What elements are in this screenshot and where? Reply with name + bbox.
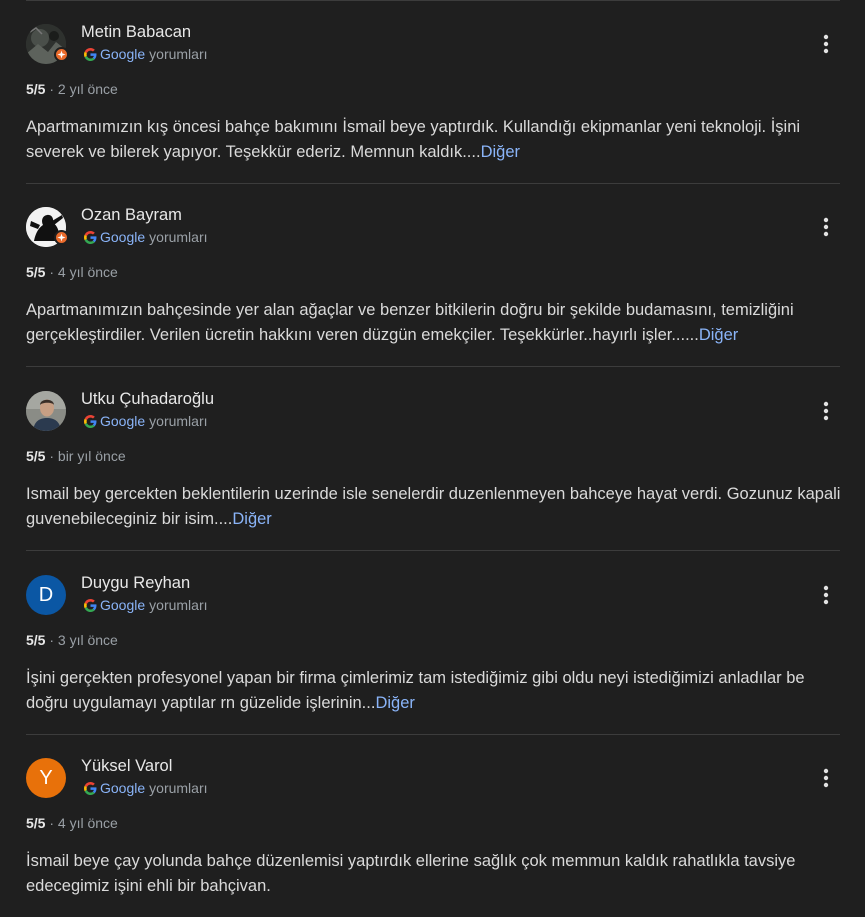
source-suffix: yorumları: [149, 46, 208, 62]
avatar[interactable]: [26, 391, 66, 431]
review-source: Google yorumları: [84, 413, 208, 429]
source-suffix: yorumları: [149, 229, 208, 245]
rating: 5/5: [26, 815, 46, 831]
author-name[interactable]: Ozan Bayram: [81, 206, 182, 225]
google-g-icon: [84, 598, 97, 612]
review-time: · 2 yıl önce: [45, 81, 118, 97]
more-link[interactable]: Diğer: [232, 510, 271, 528]
review-time: · 4 yıl önce: [45, 264, 118, 280]
portrait-photo-avatar-icon: [26, 391, 66, 431]
more-options-button[interactable]: [812, 397, 840, 425]
review-item: Utku Çuhadaroğlu Google yorumları 5/5 · …: [0, 367, 865, 551]
review-text: İşini gerçekten profesyonel yapan bir fi…: [26, 666, 842, 716]
avatar[interactable]: [26, 207, 69, 247]
more-link[interactable]: Diğer: [375, 694, 414, 712]
review-body: Apartmanımızın bahçesinde yer alan ağaçl…: [26, 301, 794, 344]
source-suffix: yorumları: [149, 780, 208, 796]
review-meta: 5/5 · 2 yıl önce: [26, 81, 118, 97]
google-label: Google: [100, 229, 146, 245]
google-g-icon: [84, 414, 97, 428]
review-source: Google yorumları: [84, 597, 208, 613]
review-meta: 5/5 · 3 yıl önce: [26, 632, 118, 648]
more-link[interactable]: Diğer: [481, 143, 520, 161]
rating: 5/5: [26, 632, 46, 648]
vertical-dots-icon: [823, 217, 829, 237]
review-time: · 3 yıl önce: [45, 632, 118, 648]
review-body: İşini gerçekten profesyonel yapan bir fi…: [26, 669, 805, 712]
author-name[interactable]: Duygu Reyhan: [81, 574, 190, 593]
review-meta: 5/5 · 4 yıl önce: [26, 264, 118, 280]
vertical-dots-icon: [823, 585, 829, 605]
rating: 5/5: [26, 448, 46, 464]
more-options-button[interactable]: [812, 30, 840, 58]
letter-avatar: Y: [26, 758, 66, 798]
review-source: Google yorumları: [84, 780, 208, 796]
review-meta: 5/5 · 4 yıl önce: [26, 815, 118, 831]
review-time: · 4 yıl önce: [45, 815, 118, 831]
avatar[interactable]: D: [26, 575, 66, 615]
vertical-dots-icon: [823, 401, 829, 421]
google-label: Google: [100, 46, 146, 62]
google-g-icon: [84, 47, 97, 61]
review-item: D Duygu Reyhan Google yorumları 5/5 · 3 …: [0, 551, 865, 735]
google-g-icon: [84, 781, 97, 795]
local-guide-badge-icon: [54, 47, 69, 62]
review-text: Apartmanımızın kış öncesi bahçe bakımını…: [26, 115, 842, 165]
review-item: Y Yüksel Varol Google yorumları 5/5 · 4 …: [0, 734, 865, 917]
more-options-button[interactable]: [812, 213, 840, 241]
review-text: Apartmanımızın bahçesinde yer alan ağaçl…: [26, 298, 842, 348]
more-options-button[interactable]: [812, 764, 840, 792]
google-label: Google: [100, 413, 146, 429]
more-link[interactable]: Diğer: [699, 326, 738, 344]
source-suffix: yorumları: [149, 413, 208, 429]
author-name[interactable]: Metin Babacan: [81, 23, 191, 42]
author-name[interactable]: Utku Çuhadaroğlu: [81, 390, 214, 409]
review-body: Ismail bey gercekten beklentilerin uzeri…: [26, 485, 841, 528]
author-name[interactable]: Yüksel Varol: [81, 757, 172, 776]
google-g-icon: [84, 230, 97, 244]
review-body: Apartmanımızın kış öncesi bahçe bakımını…: [26, 118, 801, 161]
vertical-dots-icon: [823, 768, 829, 788]
review-item: Ozan Bayram Google yorumları 5/5 · 4 yıl…: [0, 183, 865, 367]
review-item: Metin Babacan Google yorumları 5/5 · 2 y…: [0, 0, 865, 184]
review-meta: 5/5 · bir yıl önce: [26, 448, 126, 464]
review-text: İsmail beye çay yolunda bahçe düzenlemis…: [26, 849, 842, 899]
avatar[interactable]: Y: [26, 758, 66, 798]
review-source: Google yorumları: [84, 46, 208, 62]
review-source: Google yorumları: [84, 229, 208, 245]
vertical-dots-icon: [823, 34, 829, 54]
avatar-letter: D: [38, 583, 54, 606]
letter-avatar: D: [26, 575, 66, 615]
avatar[interactable]: [26, 24, 69, 64]
more-options-button[interactable]: [812, 581, 840, 609]
rating: 5/5: [26, 264, 46, 280]
source-suffix: yorumları: [149, 597, 208, 613]
review-time: · bir yıl önce: [45, 448, 126, 464]
rating: 5/5: [26, 81, 46, 97]
review-text: Ismail bey gercekten beklentilerin uzeri…: [26, 482, 842, 532]
avatar-letter: Y: [39, 766, 53, 789]
review-body: İsmail beye çay yolunda bahçe düzenlemis…: [26, 852, 796, 895]
google-label: Google: [100, 780, 146, 796]
google-label: Google: [100, 597, 146, 613]
local-guide-badge-icon: [54, 230, 69, 245]
